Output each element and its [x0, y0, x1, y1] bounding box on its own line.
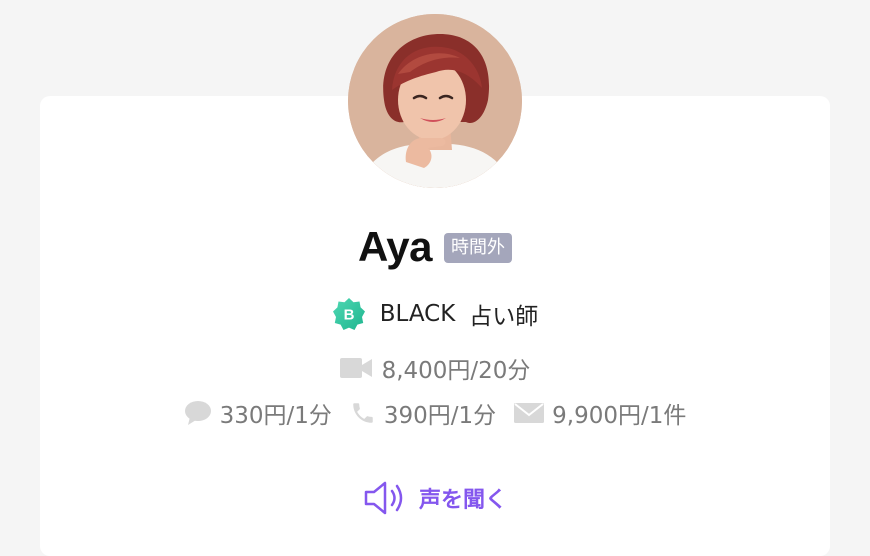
rank-label: BLACK [379, 301, 456, 327]
video-price-row: 8,400円/20分 [0, 351, 870, 385]
rank-badge-icon: B [332, 298, 365, 330]
avatar-portrait [348, 14, 522, 188]
listen-voice-button[interactable]: 声を聞く [0, 478, 870, 518]
rank-badge-letter: B [343, 307, 354, 324]
chat-bubble-icon [184, 401, 211, 425]
rank-row: B BLACK 占い師 [0, 296, 870, 332]
status-badge: 時間外 [444, 233, 512, 263]
phone-icon [353, 403, 373, 423]
listen-voice-label: 声を聞く [418, 488, 507, 513]
other-prices-row: 330円/1分 390円/1分 9,900円/1件 [0, 396, 870, 430]
fortune-teller-name: Aya [358, 223, 433, 270]
avatar[interactable] [348, 14, 522, 188]
mail-icon [514, 403, 545, 423]
video-camera-icon [339, 358, 372, 378]
phone-price-item: 390円/1分 [350, 396, 496, 430]
speaker-icon [364, 481, 403, 515]
chat-price: 330円/1分 [219, 403, 332, 429]
phone-price: 390円/1分 [383, 403, 497, 429]
chat-price-item: 330円/1分 [184, 396, 332, 430]
name-row: Aya 時間外 [0, 222, 870, 272]
mail-price: 9,900円/1件 [552, 403, 687, 429]
mail-price-item: 9,900円/1件 [514, 396, 686, 430]
video-price: 8,400円/20分 [381, 358, 531, 384]
role-label: 占い師 [469, 304, 539, 330]
